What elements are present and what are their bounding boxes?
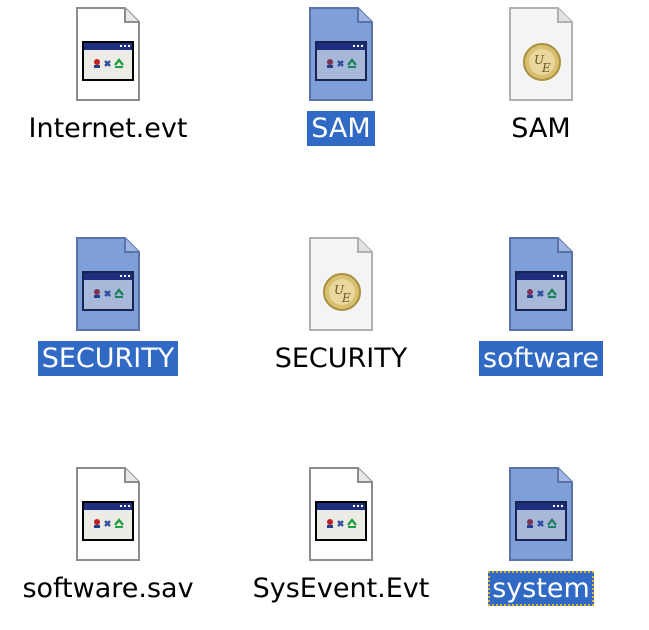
event-log-file-icon (508, 236, 574, 332)
event-log-file-icon (308, 466, 374, 562)
ultraedit-file-icon: U E (508, 6, 574, 102)
event-log-file-icon (308, 6, 374, 102)
file-item-sam-ue[interactable]: U E SAM (433, 0, 649, 170)
file-item-internet-evt[interactable]: Internet.evt (0, 0, 216, 170)
file-label: SAM (307, 111, 375, 146)
event-log-file-icon (75, 236, 141, 332)
file-label: SysEvent.Evt (252, 573, 430, 604)
file-label: SECURITY (274, 343, 408, 374)
file-label: software.sav (22, 573, 194, 604)
event-log-file-icon (75, 6, 141, 102)
svg-text:E: E (541, 61, 551, 75)
file-item-sysevent-evt[interactable]: SysEvent.Evt (233, 460, 449, 630)
file-item-sam-evt[interactable]: SAM (233, 0, 449, 170)
file-item-system[interactable]: system (433, 460, 649, 630)
svg-text:E: E (341, 291, 351, 305)
file-label: SECURITY (37, 341, 179, 376)
file-label: system (488, 571, 594, 606)
file-label: software (479, 341, 603, 376)
file-label: Internet.evt (28, 113, 188, 144)
file-item-software-sav[interactable]: software.sav (0, 460, 216, 630)
file-item-security-evt[interactable]: SECURITY (0, 230, 216, 400)
file-item-software[interactable]: software (433, 230, 649, 400)
event-log-file-icon (75, 466, 141, 562)
event-log-file-icon (508, 466, 574, 562)
file-item-security-ue[interactable]: U E SECURITY (233, 230, 449, 400)
ultraedit-file-icon: U E (308, 236, 374, 332)
file-label: SAM (511, 113, 571, 144)
